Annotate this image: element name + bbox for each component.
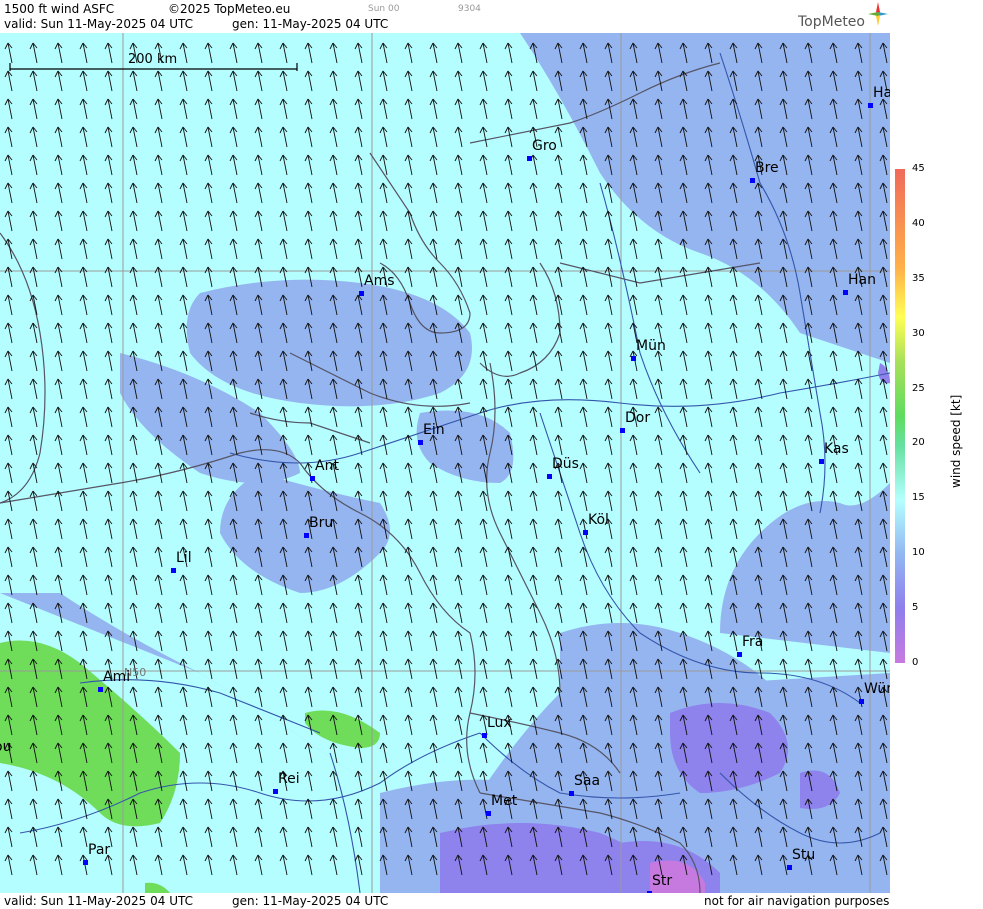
- faint-label-a: Sun 00: [368, 4, 400, 14]
- city-label: Düs: [552, 456, 579, 472]
- city-marker-icon: [819, 459, 824, 464]
- city-marker-icon: [486, 811, 491, 816]
- legend-tick-label: 25: [912, 382, 925, 394]
- city-label: Rei: [278, 771, 300, 787]
- copyright: ©2025 TopMeteo.eu: [168, 2, 291, 16]
- city-marker-icon: [631, 356, 636, 361]
- legend-tick-label: 0: [912, 657, 919, 668]
- city-marker-icon: [737, 652, 742, 657]
- city-label: Dor: [625, 410, 651, 426]
- city-label: Str: [652, 873, 673, 889]
- footer-valid-time: valid: Sun 11-May-2025 04 UTC: [4, 894, 193, 908]
- legend-tick-label: 45: [912, 163, 925, 174]
- city-marker-icon: [310, 476, 315, 481]
- legend-tick-label: 30: [912, 327, 925, 339]
- city-label: Kas: [824, 441, 849, 457]
- logo-text: TopMeteo: [798, 14, 865, 30]
- city-marker-icon: [527, 156, 532, 161]
- city-marker-icon: [359, 291, 364, 296]
- compass-icon: [868, 2, 888, 26]
- city-marker-icon: [547, 474, 552, 479]
- city-label: Stu: [792, 847, 816, 863]
- city-marker-icon: [273, 789, 278, 794]
- legend-tick-label: 20: [912, 437, 925, 449]
- city-label: Bre: [755, 160, 779, 176]
- map-footer: valid: Sun 11-May-2025 04 UTC gen: 11-Ma…: [0, 893, 890, 909]
- city-label: Fra: [742, 634, 764, 650]
- legend-title: wind speed [kt]: [949, 394, 963, 488]
- city-label: Par: [88, 842, 111, 858]
- city-marker-icon: [171, 568, 176, 573]
- city-marker-icon: [620, 428, 625, 433]
- legend-tick-label: 40: [912, 217, 925, 229]
- city-label: Mün: [636, 338, 666, 354]
- city-label: Ams: [364, 273, 395, 289]
- city-label: Ami: [103, 669, 131, 685]
- scale-bar-label: 200 km: [128, 52, 178, 67]
- city-label: Wür: [864, 681, 892, 697]
- city-marker-icon: [787, 865, 792, 870]
- city-label: Lux: [487, 715, 512, 731]
- topmeteo-logo[interactable]: TopMeteo: [798, 2, 888, 30]
- legend-colorbar: [895, 169, 905, 663]
- city-marker-icon: [843, 290, 848, 295]
- footer-gen-time: gen: 11-May-2025 04 UTC: [232, 894, 389, 908]
- city-marker-icon: [304, 533, 309, 538]
- city-marker-icon: [750, 178, 755, 183]
- legend-tick-label: 15: [912, 492, 925, 504]
- city-marker-icon: [868, 103, 873, 108]
- city-marker-icon: [859, 699, 864, 704]
- faint-label-b: 9304: [458, 4, 481, 14]
- wind-speed-legend: [890, 0, 983, 909]
- city-label: Ant: [315, 458, 339, 474]
- disclaimer: not for air navigation purposes: [704, 894, 890, 908]
- city-label: Köl: [588, 512, 609, 528]
- city-label: Bru: [309, 515, 334, 531]
- legend-tick-label: 5: [912, 602, 919, 614]
- city-label: Ein: [423, 422, 445, 438]
- product-title: 1500 ft wind ASFC: [4, 2, 115, 16]
- city-marker-icon: [418, 440, 423, 445]
- city-label: ou: [0, 739, 12, 755]
- gen-time: gen: 11-May-2025 04 UTC: [232, 17, 389, 31]
- city-label: Lil: [176, 550, 192, 566]
- legend-tick-label: 35: [912, 272, 925, 284]
- city-marker-icon: [83, 860, 88, 865]
- city-label: Met: [491, 793, 518, 809]
- city-marker-icon: [482, 733, 487, 738]
- legend-tick-label: 10: [912, 547, 925, 559]
- city-marker-icon: [98, 687, 103, 692]
- city-label: Gro: [532, 138, 557, 154]
- city-marker-icon: [583, 530, 588, 535]
- city-marker-icon: [569, 791, 574, 796]
- city-label: Saa: [574, 773, 601, 789]
- map-header: 1500 ft wind ASFC ©2025 TopMeteo.eu Sun …: [0, 0, 890, 33]
- city-label: Han: [848, 272, 876, 288]
- valid-time: valid: Sun 11-May-2025 04 UTC: [4, 17, 193, 31]
